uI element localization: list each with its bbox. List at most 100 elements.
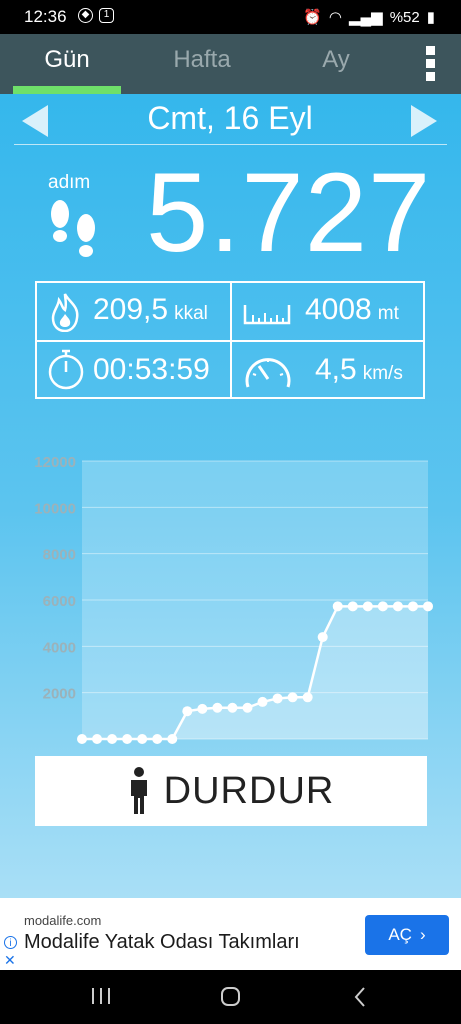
data-point-2 xyxy=(92,734,103,744)
data-point-8 xyxy=(182,706,193,717)
status-time: 12:36 xyxy=(24,7,67,26)
divider xyxy=(14,144,447,145)
one-notification-icon: 1 xyxy=(99,8,114,23)
tab-day-label: Gün xyxy=(44,46,90,73)
stats-panel: 209,5 kkal 4008 mt 00:53:59 4,5 km/s xyxy=(35,281,425,399)
app-notification-icon: ◆ xyxy=(78,8,93,23)
data-point-11 xyxy=(227,702,238,713)
speedometer-icon xyxy=(245,358,291,388)
footprints-icon xyxy=(51,200,95,257)
data-point-22 xyxy=(392,601,403,612)
ad-open-button[interactable]: AÇ › xyxy=(365,915,449,955)
duration-stat: 00:53:59 xyxy=(93,353,210,387)
data-point-23 xyxy=(407,601,418,612)
status-bar: 12:36 ◆ 1 ⏰ ◠ ▂▄▆ %52 ▮ xyxy=(0,0,461,34)
ad-domain: modalife.com xyxy=(24,913,102,928)
data-point-9 xyxy=(197,703,208,714)
y-tick-label: 12000 xyxy=(34,454,76,471)
x-tick-label: 22 xyxy=(390,747,407,750)
ad-open-label: AÇ xyxy=(388,925,412,944)
data-point-4 xyxy=(122,734,133,744)
person-icon xyxy=(130,767,147,814)
next-day-icon[interactable] xyxy=(411,105,437,137)
x-tick-label: 6 xyxy=(153,747,161,750)
previous-day-icon[interactable] xyxy=(22,105,48,137)
data-point-1 xyxy=(77,734,87,744)
ruler-icon xyxy=(243,305,291,325)
data-point-19 xyxy=(347,601,358,612)
data-point-10 xyxy=(212,702,223,713)
tab-week[interactable]: Hafta xyxy=(148,34,256,94)
distance-value: 4008 xyxy=(305,293,372,326)
data-point-5 xyxy=(137,734,148,744)
ad-info-icon[interactable]: i xyxy=(4,936,17,949)
more-options-icon[interactable] xyxy=(420,44,442,84)
x-tick-label: 18 xyxy=(329,747,346,750)
stop-button-label: DURDUR xyxy=(163,769,335,812)
data-point-20 xyxy=(362,601,373,612)
x-tick-label: 8 xyxy=(183,747,191,750)
steps-label: adım xyxy=(48,172,91,193)
distance-stat: 4008 mt xyxy=(305,293,399,327)
y-tick-label: 4000 xyxy=(43,639,76,656)
data-point-15 xyxy=(287,692,298,703)
y-tick-label: 10000 xyxy=(34,500,76,517)
tab-month[interactable]: Ay xyxy=(282,34,390,94)
speed-value: 4,5 xyxy=(315,353,357,386)
data-point-18 xyxy=(332,601,343,612)
data-point-7 xyxy=(167,734,178,744)
calories-stat: 209,5 kkal xyxy=(93,293,208,327)
data-point-13 xyxy=(257,696,268,707)
x-tick-label: 20 xyxy=(359,747,376,750)
ad-close-icon[interactable]: ✕ xyxy=(4,952,16,969)
ad-banner[interactable]: modalife.com i ✕ Modalife Yatak Odası Ta… xyxy=(0,898,461,970)
x-tick-label: 14 xyxy=(269,747,286,750)
back-icon[interactable] xyxy=(352,986,368,1008)
data-point-21 xyxy=(377,601,388,612)
y-tick-label: 2000 xyxy=(43,686,76,703)
y-tick-label: 8000 xyxy=(43,547,76,564)
tab-week-label: Hafta xyxy=(173,46,231,73)
x-tick-label: 24 xyxy=(420,747,437,750)
distance-unit: mt xyxy=(377,303,399,324)
ad-title: Modalife Yatak Odası Takımları xyxy=(24,931,300,953)
signal-icon: ▂▄▆ xyxy=(349,9,383,26)
data-point-17 xyxy=(317,632,328,643)
recents-icon[interactable] xyxy=(90,986,112,1006)
x-tick-label: 12 xyxy=(239,747,256,750)
x-tick-label: 2 xyxy=(93,747,101,750)
y-tick-label: 6000 xyxy=(43,593,76,610)
x-tick-label: 4 xyxy=(123,747,132,750)
system-nav-bar xyxy=(0,970,461,1024)
notification-icons: ◆ 1 xyxy=(78,8,114,23)
system-icons: ⏰ ◠ ▂▄▆ %52 ▮ xyxy=(303,8,435,27)
data-point-12 xyxy=(242,702,253,713)
alarm-icon: ⏰ xyxy=(303,9,322,26)
duration-value: 00:53:59 xyxy=(93,353,210,386)
date-navigator: Cmt, 16 Eyl xyxy=(0,94,461,146)
wifi-icon: ◠ xyxy=(328,9,342,26)
date-title: Cmt, 16 Eyl xyxy=(147,100,313,136)
tab-day[interactable]: Gün xyxy=(13,34,121,94)
battery-icon: ▮ xyxy=(426,9,435,26)
tab-month-label: Ay xyxy=(322,46,350,73)
data-point-14 xyxy=(272,693,283,704)
battery-level: %52 xyxy=(389,8,420,26)
x-tick-label: 16 xyxy=(299,747,316,750)
data-point-24 xyxy=(423,601,433,612)
tab-active-indicator xyxy=(13,86,121,94)
stop-button[interactable]: DURDUR xyxy=(35,756,427,826)
data-point-16 xyxy=(302,692,313,703)
x-tick-label: 10 xyxy=(209,747,226,750)
tab-bar: Gün Hafta Ay xyxy=(0,34,461,94)
speed-unit: km/s xyxy=(362,363,403,384)
steps-count: 5.727 xyxy=(146,150,432,275)
data-point-3 xyxy=(107,734,118,744)
calories-value: 209,5 xyxy=(93,293,169,326)
home-icon[interactable] xyxy=(220,986,242,1008)
calories-unit: kkal xyxy=(174,303,208,324)
chevron-right-icon: › xyxy=(419,925,426,944)
stopwatch-icon xyxy=(48,349,84,390)
flame-icon xyxy=(51,293,79,332)
pedometer-app: Gün Hafta Ay Cmt, 16 Eyl adım 5.727 209,… xyxy=(0,34,461,898)
